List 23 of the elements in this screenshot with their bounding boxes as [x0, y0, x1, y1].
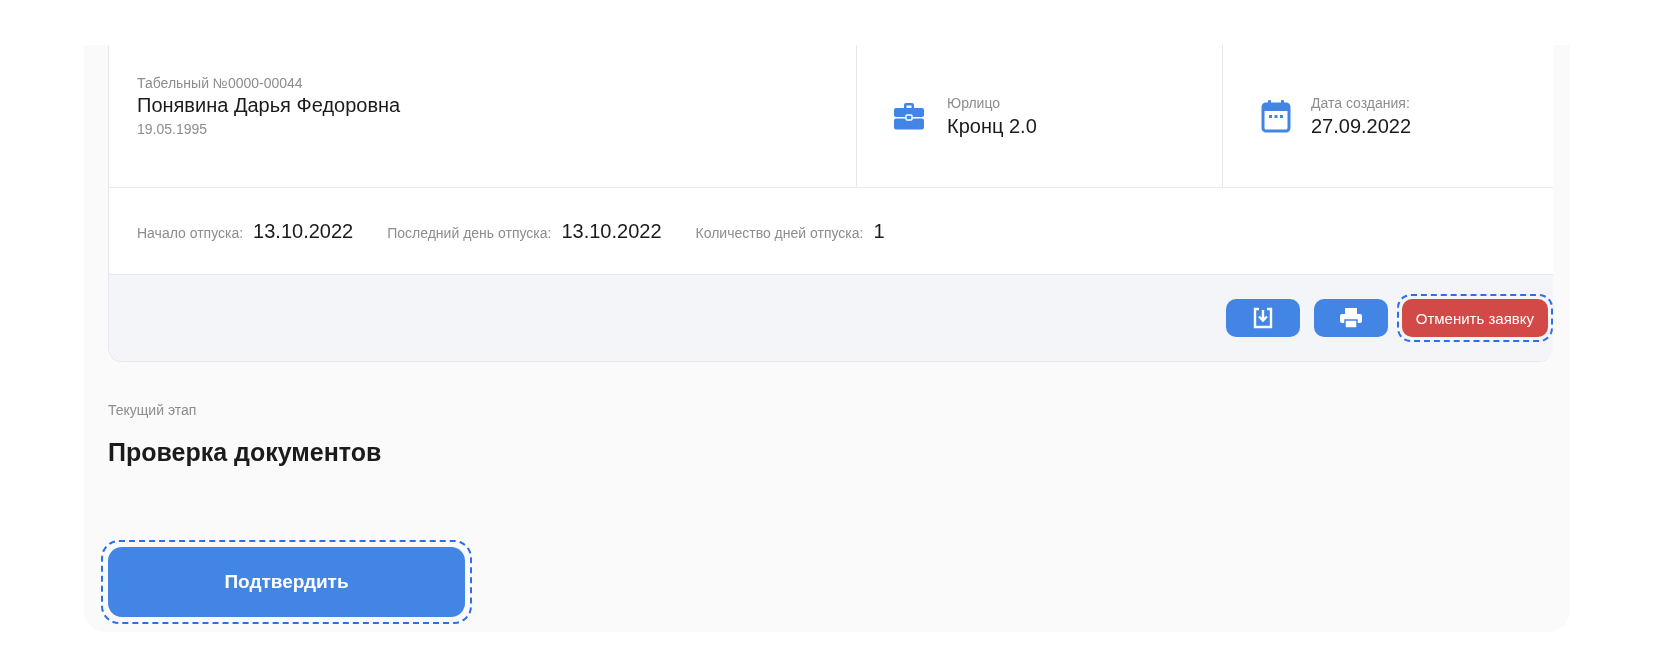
info-value: Кронц 2.0 — [947, 114, 1037, 138]
vacation-value: 13.10.2022 — [561, 219, 662, 243]
vacation-label: Начало отпуска: — [137, 224, 244, 241]
stage-caption: Текущий этап — [108, 402, 198, 418]
info-value: 27.09.2022 — [1311, 114, 1412, 138]
confirm-button[interactable]: Подтвердить — [108, 547, 465, 617]
vacation-label: Количество дней отпуска: — [695, 224, 864, 241]
employee-number: Табельный №0000-00044 — [137, 75, 304, 91]
download-icon — [1251, 307, 1274, 329]
download-button[interactable] — [1225, 299, 1300, 337]
employee-name: Понявина Дарья Федоровна — [137, 94, 402, 117]
stage-title: Проверка документов — [108, 438, 383, 467]
briefcase-icon — [893, 101, 925, 131]
info-label: Дата создания: — [1311, 94, 1411, 111]
birth-date: 19.05.1995 — [137, 121, 209, 137]
print-button[interactable] — [1313, 299, 1388, 337]
vacation-label: Последний день отпуска: — [387, 224, 552, 241]
calendar-icon — [1261, 99, 1291, 133]
printer-icon — [1338, 307, 1363, 329]
info-label: Юрлицо — [947, 94, 1002, 111]
vacation-value: 13.10.2022 — [253, 219, 354, 243]
vacation-value: 1 — [873, 219, 885, 243]
cancel-request-button[interactable]: Отменить заявку — [1401, 299, 1548, 337]
